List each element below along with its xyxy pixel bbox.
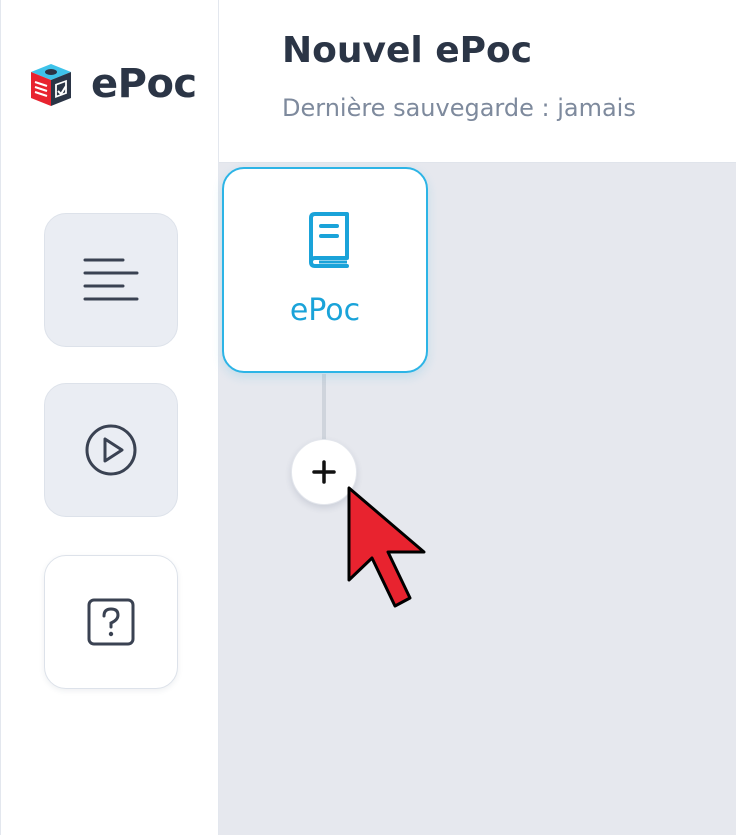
node-label: ePoc — [289, 293, 361, 328]
book-icon — [309, 212, 349, 268]
logo-text: ePoc — [91, 61, 197, 107]
editor-header: Nouvel ePoc Dernière sauvegarde : jamais — [219, 0, 736, 163]
sidebar-item-help[interactable] — [44, 555, 178, 689]
sidebar: ePoc — [0, 0, 219, 835]
sidebar-item-preview[interactable] — [44, 383, 178, 517]
help-square-icon — [87, 598, 135, 646]
play-circle-icon — [85, 424, 137, 476]
page-title[interactable]: Nouvel ePoc — [282, 30, 532, 71]
editor-canvas[interactable]: ePoc — [219, 163, 736, 835]
sidebar-item-structure[interactable] — [44, 213, 178, 347]
logo[interactable]: ePoc — [25, 58, 197, 110]
align-left-icon — [83, 258, 139, 301]
epoc-root-node[interactable]: ePoc — [222, 167, 428, 373]
last-saved-status: Dernière sauvegarde : jamais — [282, 94, 636, 122]
plus-icon — [312, 460, 336, 484]
epoc-logo-icon — [31, 64, 71, 106]
app-window: ePoc Nouvel ePoc Dernière sauvegarde: j… — [0, 0, 736, 835]
mouse-pointer-icon — [347, 486, 426, 608]
